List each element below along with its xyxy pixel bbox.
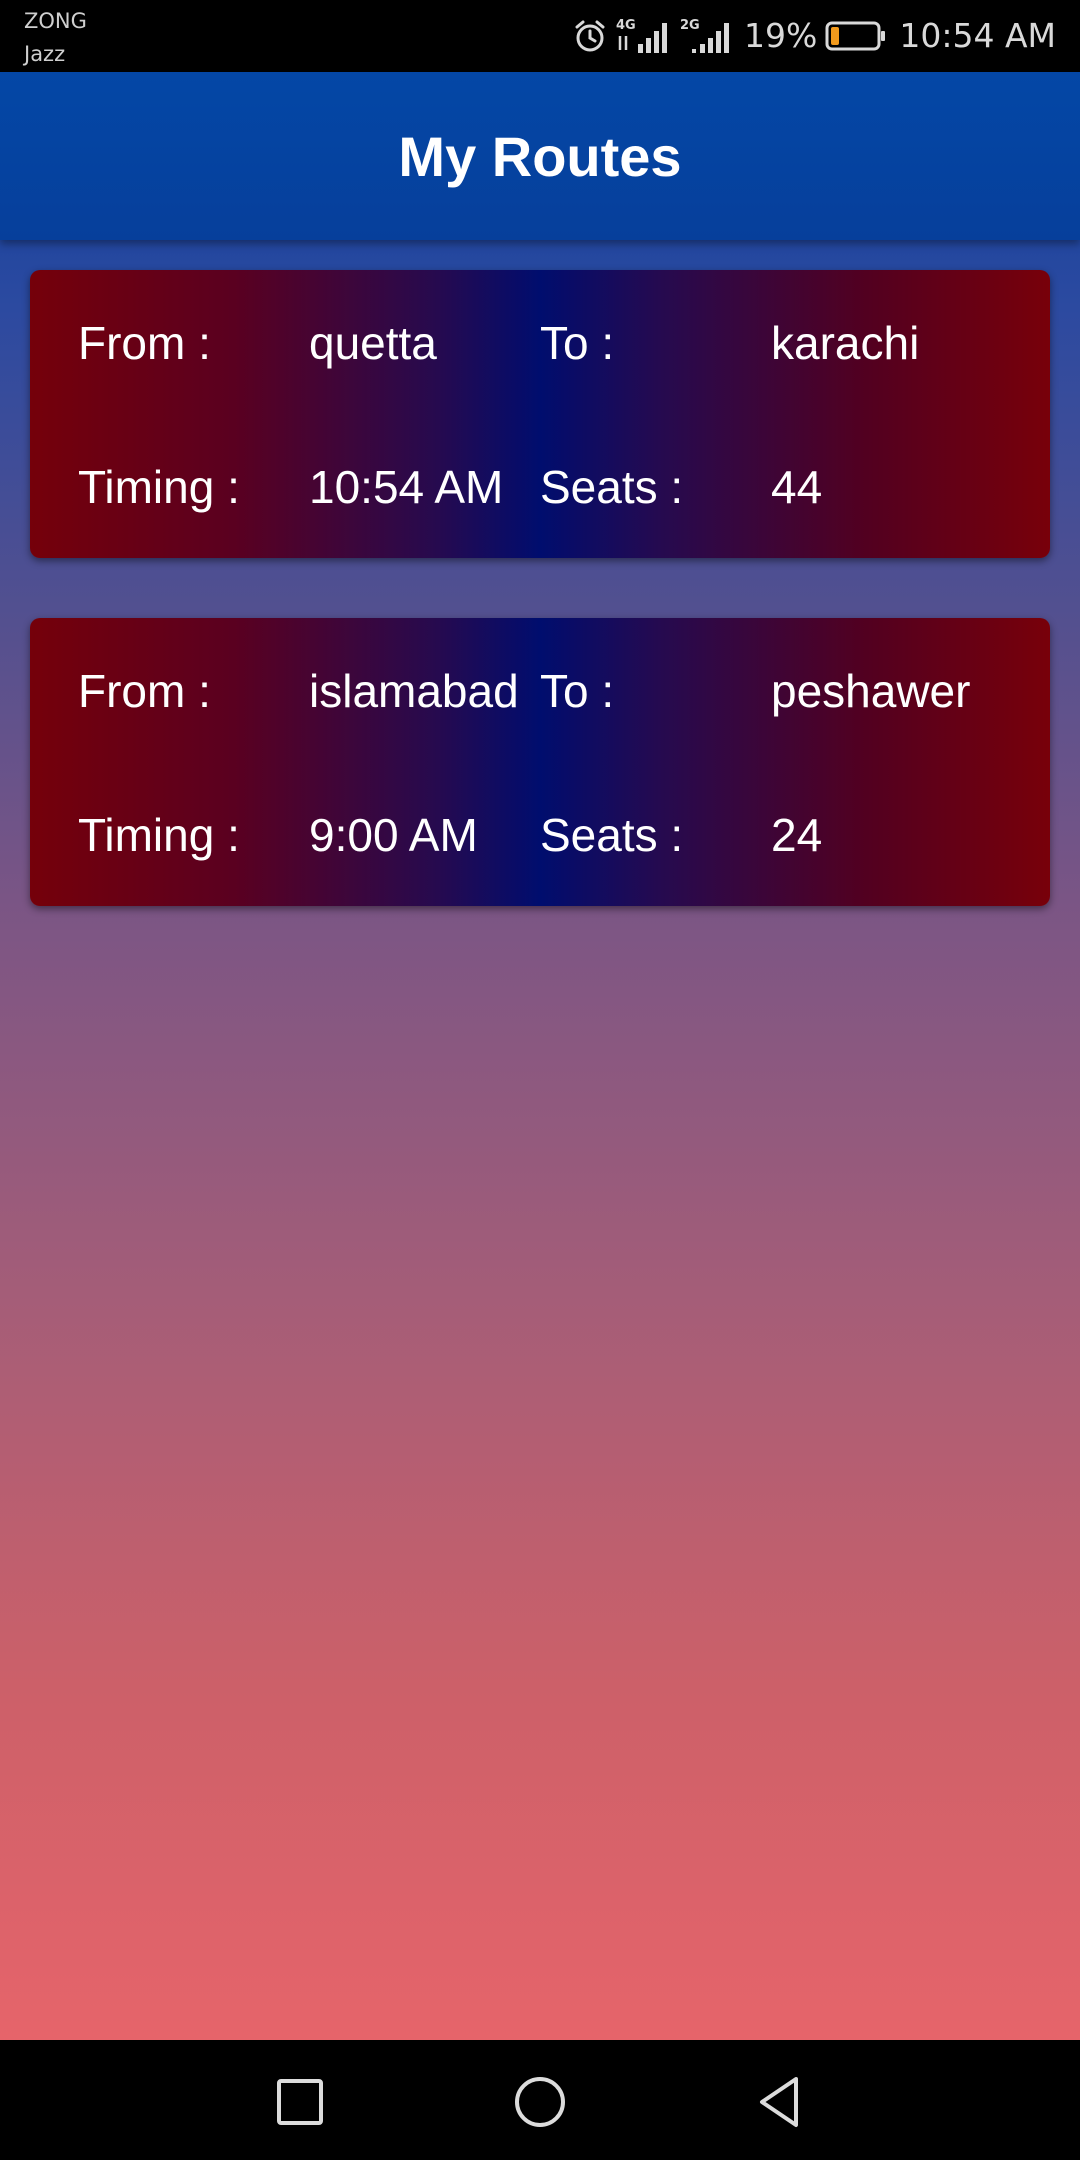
- carrier-secondary: Jazz: [24, 42, 66, 66]
- seats-label: Seats :: [540, 461, 684, 513]
- to-label: To :: [540, 665, 615, 717]
- status-icons: 4G 2G 19% 10:54 AM: [572, 14, 1056, 58]
- app-bar: My Routes: [0, 72, 1080, 240]
- timing-label: Timing :: [78, 809, 240, 861]
- to-value: peshawer: [771, 665, 971, 717]
- home-icon[interactable]: [512, 2074, 568, 2130]
- seats-value: 44: [771, 461, 823, 513]
- navigation-bar: [0, 2040, 1080, 2160]
- status-time: 10:54 AM: [899, 16, 1056, 55]
- from-value: islamabad: [309, 665, 519, 717]
- from-label: From :: [78, 665, 211, 717]
- battery-percent: 19%: [744, 16, 818, 55]
- alarm-icon: [572, 18, 608, 54]
- route-card[interactable]: From : islamabad To : peshawer Timing : …: [30, 618, 1050, 906]
- to-label: To :: [540, 317, 615, 369]
- svg-text:4G: 4G: [616, 18, 636, 33]
- battery-icon: [825, 20, 887, 52]
- signal-4g-icon: 4G: [616, 16, 672, 56]
- carrier-primary: ZONG: [24, 9, 87, 33]
- from-label: From :: [78, 317, 211, 369]
- back-icon[interactable]: [752, 2074, 808, 2130]
- seats-value: 24: [771, 809, 823, 861]
- timing-value: 10:54 AM: [309, 461, 504, 513]
- to-value: karachi: [771, 317, 920, 369]
- from-value: quetta: [309, 317, 437, 369]
- screen: ZONG Jazz 4G 2G 19% 10:54 AM My Routes F…: [0, 0, 1080, 2160]
- svg-text:2G: 2G: [680, 18, 700, 33]
- timing-value: 9:00 AM: [309, 809, 478, 861]
- page-title: My Routes: [398, 124, 682, 188]
- signal-2g-icon: 2G: [680, 16, 736, 56]
- recent-apps-icon[interactable]: [272, 2074, 328, 2130]
- main-content: My Routes From : quetta To : karachi Tim…: [0, 72, 1080, 2040]
- status-bar: ZONG Jazz 4G 2G 19% 10:54 AM: [0, 0, 1080, 72]
- timing-label: Timing :: [78, 461, 240, 513]
- seats-label: Seats :: [540, 809, 684, 861]
- route-card[interactable]: From : quetta To : karachi Timing : 10:5…: [30, 270, 1050, 558]
